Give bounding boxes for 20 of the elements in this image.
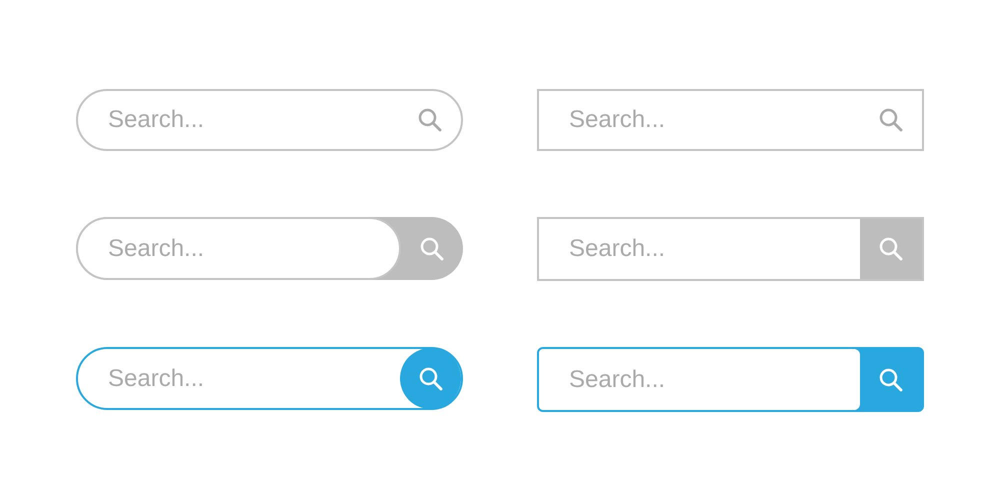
search-field[interactable]: Search... [537,347,924,412]
search-icon [419,236,445,262]
search-icon [417,107,443,133]
search-button[interactable] [860,219,922,279]
search-field[interactable]: Search... [76,217,401,280]
search-field[interactable]: Search... [537,217,924,281]
placeholder-text: Search... [108,106,204,133]
placeholder-text: Search... [569,366,666,392]
search-field[interactable]: Search... [76,89,463,151]
search-icon [878,107,904,133]
placeholder-text: Search... [108,234,204,262]
search-field[interactable]: Search... [76,347,463,410]
placeholder-text: Search... [108,364,204,392]
search-button[interactable] [400,348,461,409]
search-icon [418,366,444,392]
search-icon [878,236,904,262]
placeholder-text: Search... [569,235,666,262]
placeholder-text: Search... [569,106,666,133]
search-field[interactable]: Search... [537,89,924,151]
search-icon [878,366,904,392]
